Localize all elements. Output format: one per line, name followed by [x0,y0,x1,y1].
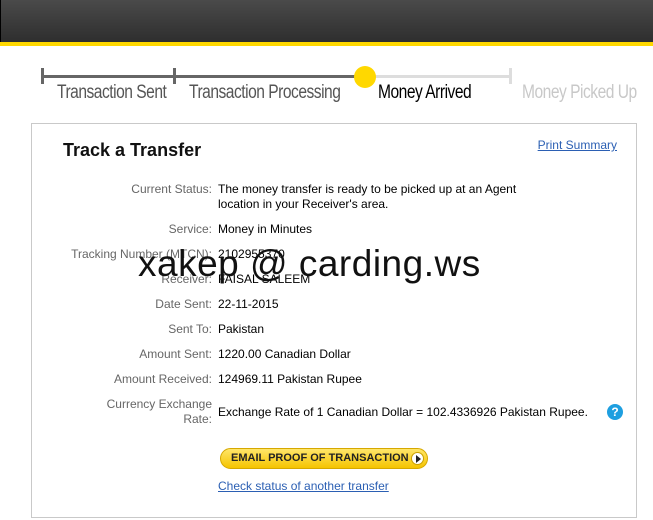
progress-line-sent [41,75,175,78]
progress-line-processing [175,75,365,78]
field-value: Money in Minutes [218,222,313,236]
field-value: Exchange Rate of 1 Canadian Dollar = 102… [218,405,588,419]
field-label: Service: [168,222,212,236]
step-transaction-sent: Transaction Sent [57,82,167,103]
play-arrow-icon [411,452,424,465]
progress-tick-picked-up [509,68,512,84]
watermark-text: xakep @ carding.ws [138,243,481,284]
field-value: 124969.11 Pakistan Rupee [218,372,362,386]
field-label: Date Sent: [155,297,212,311]
track-transfer-card: Track a Transfer Print Summary Current S… [31,123,637,518]
field-label: Current Status: [131,182,212,196]
field-label: Sent To: [168,322,212,336]
card-title: Track a Transfer [63,140,202,160]
field-label: Currency Exchange Rate: [106,397,212,426]
step-money-arrived: Money Arrived [378,82,472,103]
field-value: 1220.00 Canadian Dollar [218,347,351,361]
progress-line-remaining [365,75,512,78]
check-another-transfer-link[interactable]: Check status of another transfer [218,479,389,493]
email-proof-button[interactable]: EMAIL PROOF OF TRANSACTION [220,448,428,469]
field-label: Amount Received: [113,372,212,386]
header-edge [0,0,1,44]
field-value: 22-11-2015 [218,297,279,311]
header-accent-stripe [0,42,653,46]
field-label: Amount Sent: [139,347,212,361]
step-money-picked-up: Money Picked Up [522,82,637,103]
field-value: Pakistan [218,322,265,336]
progress-tick-processing [173,68,176,84]
step-transaction-processing: Transaction Processing [189,82,341,103]
top-header-bar [0,0,653,42]
field-value: The money transfer is ready to be picked… [218,182,517,211]
print-summary-link[interactable]: Print Summary [538,138,617,152]
current-step-dot [354,66,376,88]
help-icon[interactable]: ? [607,404,623,420]
email-proof-button-label: EMAIL PROOF OF TRANSACTION [231,452,409,464]
progress-tick-sent [41,68,44,84]
